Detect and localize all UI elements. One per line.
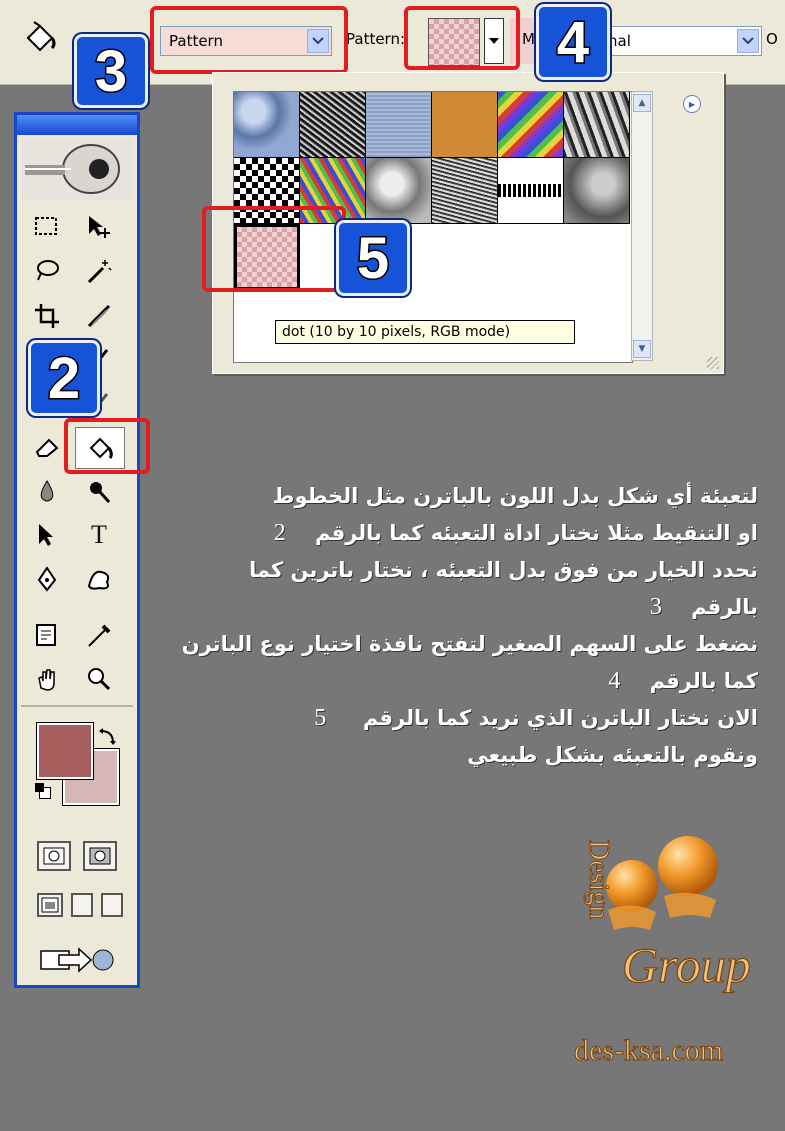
- move-tool-icon[interactable]: [75, 207, 123, 247]
- hand-tool-icon[interactable]: [23, 659, 71, 699]
- callout-badge-2: 2: [28, 340, 100, 416]
- pattern-tile-orange[interactable]: [432, 92, 498, 158]
- magic-wand-tool-icon[interactable]: [75, 251, 123, 291]
- instructions-text: لتعبئة أي شكل بدل اللون بالباترن مثل الخ…: [148, 478, 758, 774]
- slice-tool-icon[interactable]: [75, 295, 123, 335]
- instruction-line: بالرقم 3: [649, 594, 758, 620]
- scroll-up-icon[interactable]: ▲: [633, 94, 651, 112]
- instruction-line: كما بالرقم 4: [608, 668, 758, 694]
- instruction-line: لتعبئة أي شكل بدل اللون بالباترن مثل الخ…: [272, 484, 758, 508]
- toolbox-divider: [21, 705, 133, 707]
- logo-graphic: Design Group: [583, 836, 751, 994]
- swap-colors-icon[interactable]: [97, 727, 119, 753]
- type-tool-icon[interactable]: T: [75, 515, 123, 555]
- default-colors-icon[interactable]: [35, 783, 51, 799]
- scroll-down-icon[interactable]: ▼: [633, 340, 651, 358]
- pattern-tile-clouds[interactable]: [366, 158, 432, 224]
- pen-tool-icon[interactable]: [23, 559, 71, 599]
- logo-design-text: Design: [583, 840, 614, 919]
- path-selection-tool-icon[interactable]: [23, 515, 71, 555]
- paint-bucket-preset-icon[interactable]: [18, 18, 62, 62]
- instruction-line: او التنقيط مثلا نختار اداة التعبئه كما ب…: [273, 520, 758, 546]
- logo-ball: [658, 836, 718, 896]
- highlight-fill-select: [150, 6, 348, 74]
- callout-badge-3: 3: [74, 34, 148, 108]
- instruction-line: ونقوم بالتعبئه بشكل طبيعي: [467, 743, 758, 767]
- opacity-label: O: [766, 30, 778, 48]
- pattern-tile-weave[interactable]: [498, 158, 564, 224]
- blend-mode-select[interactable]: rmal: [590, 26, 762, 56]
- quick-mask-mode-icon[interactable]: [83, 841, 117, 871]
- picker-menu-icon[interactable]: ▶: [683, 95, 701, 113]
- jump-to-imageready-icon[interactable]: [39, 945, 119, 977]
- marquee-tool-icon[interactable]: [23, 207, 71, 247]
- standard-mode-icon[interactable]: [37, 841, 71, 871]
- notes-tool-icon[interactable]: [23, 615, 71, 655]
- instruction-line: نضغط على السهم الصغير لتفتح نافذة اختيار…: [181, 632, 758, 656]
- pattern-tile-denim[interactable]: [366, 92, 432, 158]
- highlight-selected-pattern: [202, 206, 346, 292]
- lasso-tool-icon[interactable]: [23, 251, 71, 291]
- dodge-tool-icon[interactable]: [75, 471, 123, 511]
- foreground-color-swatch[interactable]: [36, 722, 94, 780]
- crop-tool-icon[interactable]: [23, 295, 71, 335]
- pattern-tile-noise[interactable]: [300, 92, 366, 158]
- pattern-tile-grunge[interactable]: [564, 92, 630, 158]
- design-group-logo: Design Group: [560, 820, 770, 1050]
- pattern-label: Pattern:: [346, 30, 406, 48]
- tools-panel: T: [14, 112, 140, 988]
- site-url: des-ksa.com: [573, 1034, 724, 1068]
- instruction-line: الان نختار الباترن الذي نريد كما بالرقم …: [314, 705, 758, 731]
- standard-screen-mode-icon[interactable]: [37, 893, 63, 917]
- highlight-pattern-arrow: [404, 6, 520, 70]
- custom-shape-tool-icon[interactable]: [75, 559, 123, 599]
- eyedropper-tool-icon[interactable]: [75, 615, 123, 655]
- blur-tool-icon[interactable]: [23, 471, 71, 511]
- pattern-scrollbar[interactable]: ▲ ▼: [631, 91, 653, 361]
- highlight-paint-bucket-tool: [64, 418, 150, 474]
- full-screen-mode-icon[interactable]: [101, 893, 123, 917]
- tools-panel-titlebar[interactable]: [17, 115, 137, 135]
- callout-badge-4: 4: [536, 4, 610, 80]
- mode-label: M: [522, 30, 535, 48]
- pattern-tooltip: dot (10 by 10 pixels, RGB mode): [275, 320, 575, 344]
- photoshop-eye-logo[interactable]: [21, 139, 133, 201]
- full-screen-menu-mode-icon[interactable]: [71, 893, 93, 917]
- zoom-tool-icon[interactable]: [75, 659, 123, 699]
- pattern-tile-stone[interactable]: [564, 158, 630, 224]
- chevron-down-icon[interactable]: [737, 29, 759, 53]
- logo-group-text: Group: [622, 937, 751, 993]
- pattern-tile-static[interactable]: [432, 158, 498, 224]
- callout-badge-5: 5: [336, 220, 410, 296]
- instruction-line: نحدد الخيار من فوق بدل التعبئه ، نختار ب…: [249, 558, 758, 582]
- resize-grip-icon[interactable]: [707, 357, 719, 369]
- pattern-tile-bubbles[interactable]: [234, 92, 300, 158]
- pattern-tile-rainbow[interactable]: [498, 92, 564, 158]
